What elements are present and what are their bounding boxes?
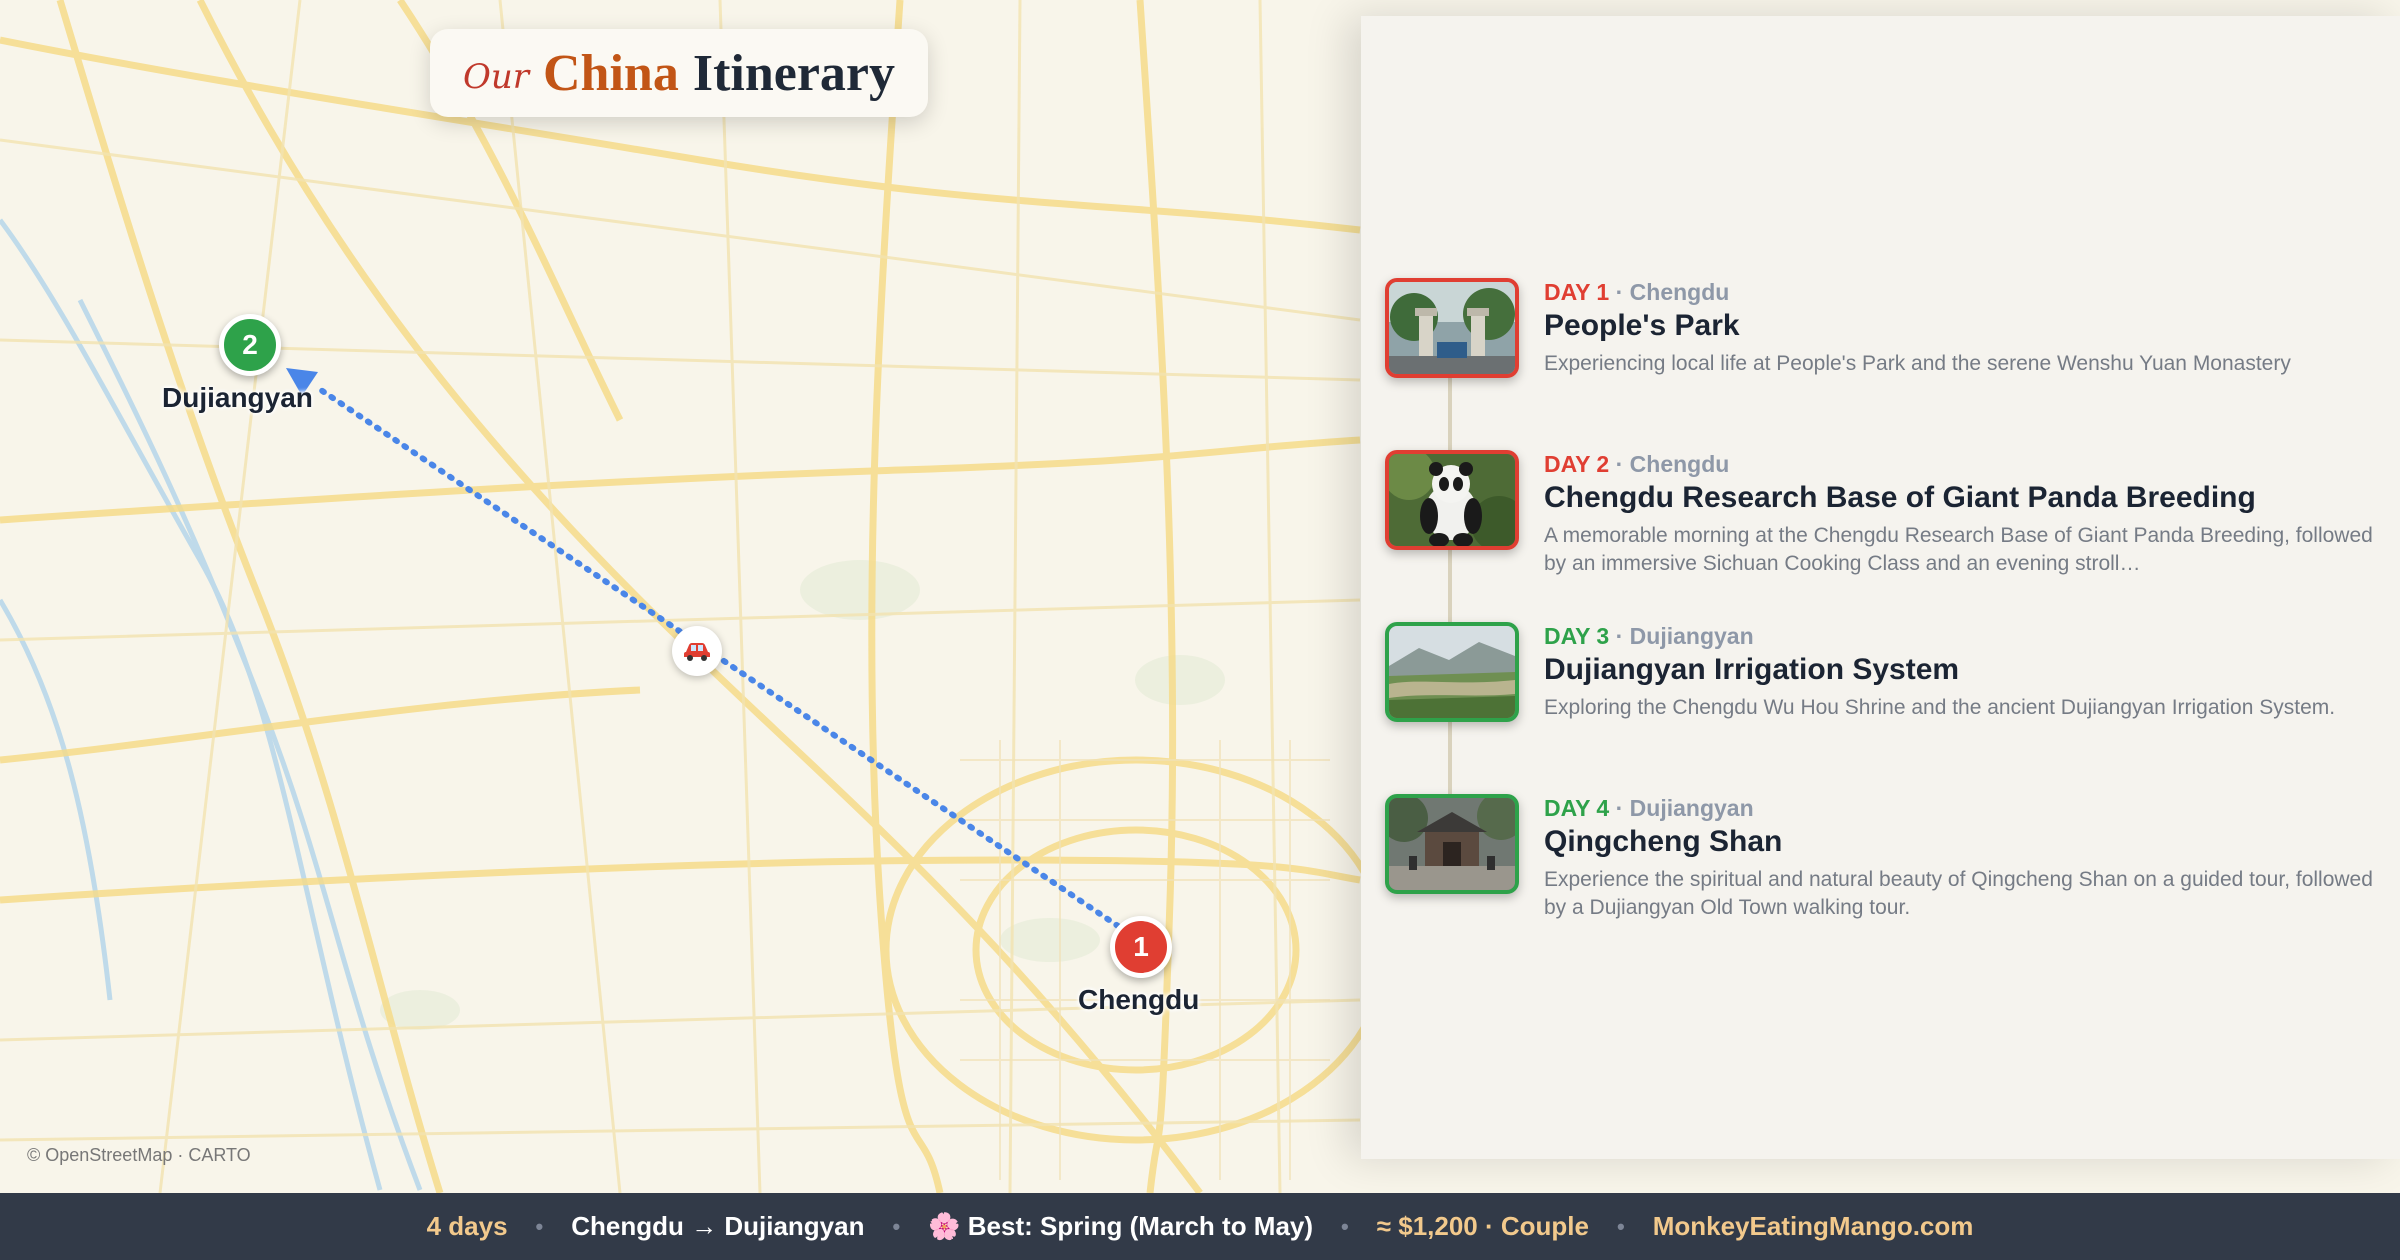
day-label: DAY 2 <box>1544 451 1610 477</box>
timeline-line <box>1448 310 1452 870</box>
day-label: DAY 4 <box>1544 795 1610 821</box>
footer-separator: • <box>535 1213 544 1239</box>
day-city: Dujiangyan <box>1629 795 1754 821</box>
panda-photo <box>1385 450 1519 550</box>
day-label: DAY 3 <box>1544 623 1610 649</box>
marker-number: 2 <box>242 329 258 360</box>
river-valley-photo <box>1385 622 1519 722</box>
footer-separator: • <box>1341 1213 1349 1239</box>
map-attribution: © OpenStreetMap · CARTO <box>27 1145 251 1165</box>
title-itinerary: Itinerary <box>692 44 896 102</box>
day-title: Dujiangyan Irrigation System <box>1544 653 1960 686</box>
footer-route: Chengdu → Dujiangyan <box>571 1211 865 1241</box>
place-label-chengdu: Chengdu <box>1078 984 1200 1015</box>
temple-photo <box>1385 794 1519 894</box>
car-icon <box>672 626 722 676</box>
footer-season: 🌸 Best: Spring (March to May) <box>928 1211 1314 1241</box>
day-description: Experience the spiritual and natural bea… <box>1544 868 2373 919</box>
title-card: Our China Itinerary <box>430 29 928 117</box>
place-label-dujiangyan: Dujiangyan <box>162 382 313 413</box>
marker-dujiangyan[interactable]: 2 <box>219 314 281 376</box>
footer-bar: 4 days • Chengdu → Dujiangyan • 🌸 Best: … <box>0 1193 2400 1260</box>
itinerary-panel <box>1361 16 2400 1159</box>
day-label: DAY 1 <box>1544 279 1610 305</box>
day-city: Chengdu <box>1629 451 1730 477</box>
footer-separator: • <box>1616 1213 1625 1239</box>
day-city: Dujiangyan <box>1629 623 1754 649</box>
day-description: Experiencing local life at People's Park… <box>1544 352 2291 375</box>
marker-number: 1 <box>1133 931 1149 962</box>
day-title: People's Park <box>1544 309 1740 342</box>
day-description: Exploring the Chengdu Wu Hou Shrine and … <box>1544 696 2336 719</box>
footer-duration: 4 days <box>426 1211 508 1241</box>
footer-separator: • <box>892 1213 901 1239</box>
title-china: China <box>543 44 679 102</box>
day-title: Qingcheng Shan <box>1544 825 1783 858</box>
day-description: A memorable morning at the Chengdu Resea… <box>1544 524 2373 575</box>
marker-chengdu[interactable]: 1 <box>1110 916 1172 978</box>
park-gate-photo <box>1385 278 1519 378</box>
day-city: Chengdu <box>1629 279 1730 305</box>
title-our: Our <box>462 57 529 97</box>
footer-site-link[interactable]: MonkeyEatingMango.com <box>1653 1211 1974 1242</box>
day-title: Chengdu Research Base of Giant Panda Bre… <box>1544 481 2256 514</box>
footer-budget: ≈ $1,200 · Couple <box>1376 1211 1589 1241</box>
